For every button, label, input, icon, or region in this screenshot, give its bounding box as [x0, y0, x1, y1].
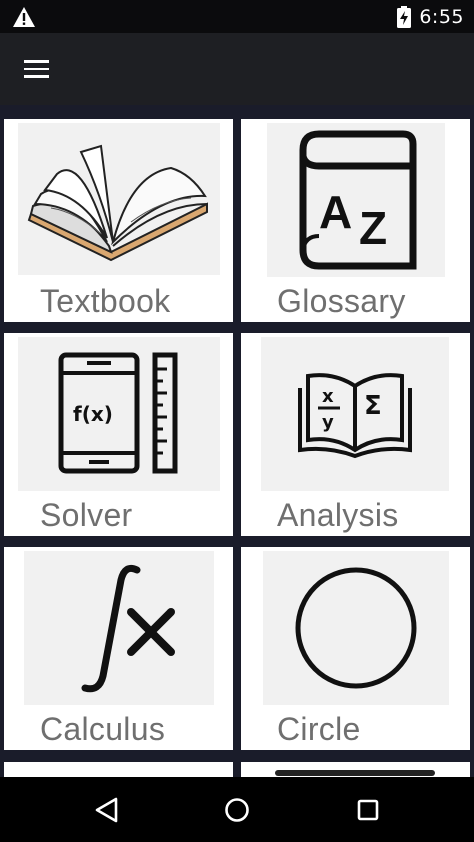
hamburger-menu-icon[interactable] [18, 53, 56, 85]
battery-charging-icon [397, 6, 412, 28]
tile-textbook[interactable]: Textbook [4, 119, 233, 322]
integral-icon [81, 564, 175, 693]
app-bar [0, 33, 474, 105]
open-book-icon [27, 144, 208, 262]
calculator-phone-icon: f(x) [58, 352, 178, 474]
tile-analysis[interactable]: x y Σ Analysis [241, 333, 470, 536]
svg-text:y: y [322, 412, 334, 433]
tile-label: Analysis [277, 497, 399, 533]
dictionary-az-icon: A Z [299, 130, 417, 270]
tile-partial-left[interactable] [4, 762, 233, 777]
tile-label: Solver [40, 497, 133, 533]
recents-square-icon[interactable] [353, 795, 383, 825]
svg-text:A: A [319, 186, 352, 238]
tile-glossary[interactable]: A Z Glossary [241, 119, 470, 322]
tile-label: Calculus [40, 711, 166, 747]
svg-text:Z: Z [359, 202, 387, 254]
svg-text:Σ: Σ [364, 391, 382, 421]
tile-art: f(x) [18, 337, 220, 491]
tile-art: A Z [267, 123, 445, 277]
tile-partial-right[interactable] [241, 762, 470, 777]
tile-grid: Textbook A Z Glossary f(x) Solver x y Σ … [0, 105, 474, 777]
svg-text:x: x [322, 386, 334, 407]
tile-calculus[interactable]: Calculus [4, 547, 233, 750]
status-bar: 6:55 [0, 0, 474, 33]
formula-book-icon: x y Σ [298, 373, 412, 459]
tile-circle[interactable]: Circle [241, 547, 470, 750]
status-time: 6:55 [419, 6, 464, 28]
tile-label: Textbook [40, 283, 171, 319]
tile-solver[interactable]: f(x) Solver [4, 333, 233, 536]
tile-art [24, 551, 214, 705]
tile-art: x y Σ [261, 337, 449, 491]
tile-label: Glossary [277, 283, 406, 319]
navigation-bar [0, 777, 474, 842]
tile-art [275, 770, 435, 776]
warning-icon [13, 7, 35, 27]
back-triangle-icon[interactable] [92, 795, 122, 825]
tile-art [18, 123, 220, 275]
tile-art [263, 551, 449, 705]
home-circle-icon[interactable] [222, 795, 252, 825]
tile-label: Circle [277, 711, 361, 747]
circle-icon [295, 567, 417, 689]
svg-text:f(x): f(x) [73, 402, 113, 426]
